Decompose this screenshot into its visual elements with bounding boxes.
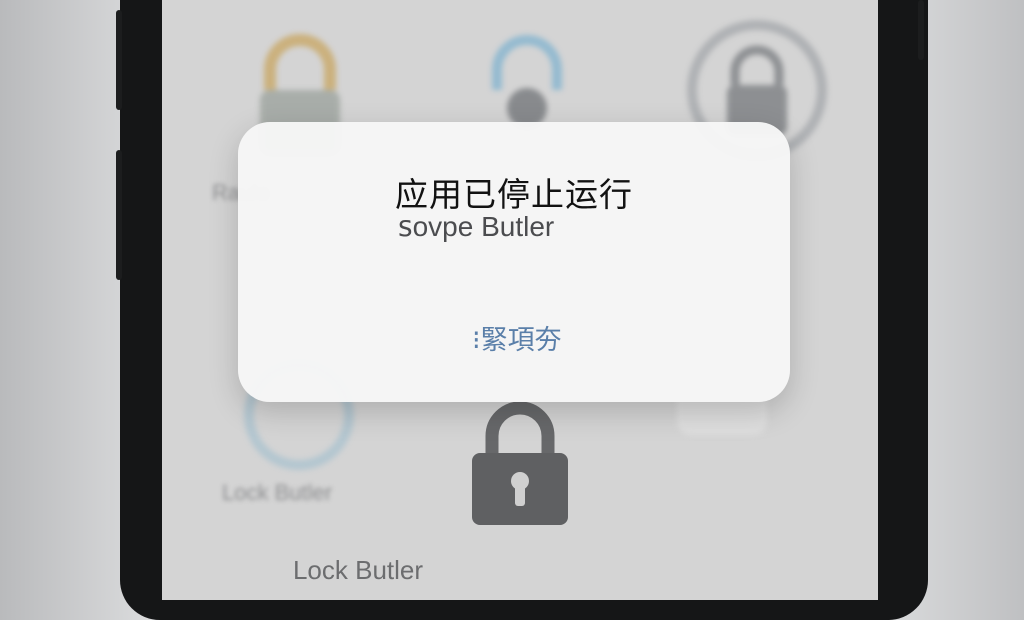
lock-icon[interactable] <box>470 398 570 528</box>
phone-volume-button <box>116 150 122 280</box>
dialog-message: ꜱovpe Butler <box>398 211 555 242</box>
phone-power-button <box>918 0 924 60</box>
app-stopped-dialog: 应用已停止运行 ꜱovpe Butler ⁝緊項夯 <box>238 122 790 402</box>
dialog-title: 应用已停止运行 <box>395 175 633 214</box>
phone-side-button <box>116 10 122 110</box>
dialog-close-button[interactable]: ⁝緊項夯 <box>464 314 570 361</box>
app-label: Lock Butler <box>292 555 424 585</box>
app-label-blurred: Lock Butler <box>222 480 333 505</box>
